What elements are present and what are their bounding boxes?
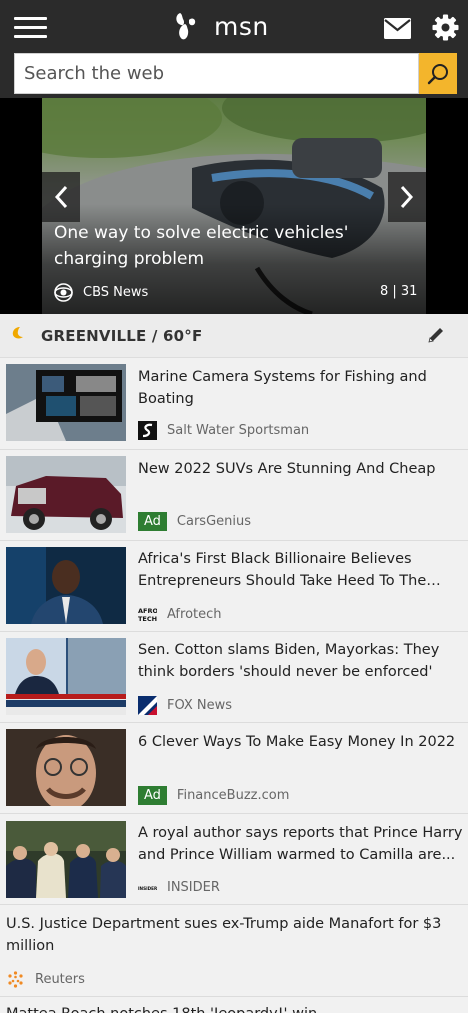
article-meta: Ad CarsGenius (138, 511, 251, 531)
article-item[interactable]: Marine Camera Systems for Fishing and Bo… (0, 359, 468, 450)
article-item[interactable]: Mattea Roach notches 18th 'Jeopardy!' wi… (0, 997, 468, 1013)
chevron-right-icon (400, 185, 414, 209)
article-source: Afrotech (167, 606, 222, 622)
salt-water-sportsman-icon (138, 420, 157, 440)
msn-butterfly-icon (176, 13, 196, 40)
article-meta: FOX News (138, 695, 232, 715)
search-input[interactable] (15, 54, 418, 93)
menu-icon[interactable] (14, 16, 47, 40)
article-headline: U.S. Justice Department sues ex-Trump ai… (6, 916, 442, 954)
article-source: CarsGenius (176, 513, 252, 529)
afrotech-icon: AFRO TECH (138, 604, 157, 624)
article-source: FinanceBuzz.com (176, 787, 290, 803)
gear-icon[interactable] (432, 14, 459, 41)
article-source: INSIDER (167, 879, 220, 895)
article-item[interactable]: A royal author says reports that Prince … (0, 814, 468, 905)
ad-badge: Ad (138, 511, 167, 531)
article-headline: Mattea Roach notches 18th 'Jeopardy!' wi… (6, 1003, 456, 1013)
article-headline: Marine Camera Systems for Fishing and Bo… (138, 369, 427, 407)
fox-news-icon (138, 695, 157, 715)
article-item[interactable]: New 2022 SUVs Are Stunning And Cheap Ad … (0, 450, 468, 541)
article-thumbnail (6, 821, 126, 898)
search-box (14, 53, 419, 94)
ad-badge: Ad (138, 785, 167, 805)
article-meta: Ad FinanceBuzz.com (138, 785, 289, 805)
article-thumbnail (6, 364, 126, 441)
article-thumbnail (6, 456, 126, 533)
svg-text:INSIDER: INSIDER (138, 886, 157, 891)
chevron-left-icon (54, 185, 68, 209)
app-header: msn (0, 0, 468, 98)
article-meta: Reuters (6, 969, 85, 989)
carousel-next-button[interactable] (388, 172, 426, 222)
svg-text:TECH: TECH (138, 615, 157, 623)
article-thumbnail (6, 729, 126, 806)
article-source: Salt Water Sportsman (167, 422, 310, 438)
cbs-eye-icon (54, 282, 73, 302)
hero-source-name: CBS News (83, 284, 149, 300)
insider-icon: INSIDER (138, 877, 157, 897)
article-headline: Africa's First Black Billionaire Believe… (138, 551, 427, 589)
article-item[interactable]: Africa's First Black Billionaire Believe… (0, 541, 468, 632)
brand-name: msn (214, 11, 269, 41)
hero-headline[interactable]: One way to solve electric vehicles' char… (54, 220, 414, 272)
article-source: Reuters (35, 971, 85, 987)
reuters-icon (8, 970, 23, 988)
article-thumbnail (6, 638, 126, 715)
search-button[interactable] (419, 53, 457, 94)
pencil-icon[interactable] (426, 325, 446, 345)
article-item[interactable]: 6 Clever Ways To Make Easy Money In 2022… (0, 723, 468, 814)
article-meta: Salt Water Sportsman (138, 420, 309, 440)
article-meta: AFRO TECH Afrotech (138, 604, 222, 624)
moon-icon (12, 327, 23, 339)
article-headline: 6 Clever Ways To Make Easy Money In 2022 (138, 734, 456, 750)
article-source: FOX News (167, 697, 233, 713)
article-headline: New 2022 SUVs Are Stunning And Cheap (138, 461, 436, 477)
weather-bar[interactable]: GREENVILLE / 60°F (0, 314, 468, 358)
article-headline: A royal author says reports that Prince … (138, 825, 463, 863)
article-item[interactable]: Sen. Cotton slams Biden, Mayorkas: They … (0, 632, 468, 723)
weather-location: GREENVILLE / 60°F (41, 327, 203, 345)
carousel-counter: 8 | 31 (380, 284, 418, 299)
mail-icon[interactable] (384, 18, 411, 39)
svg-text:AFRO: AFRO (138, 607, 157, 615)
msn-logo[interactable]: msn (174, 8, 269, 44)
search-icon (427, 63, 448, 84)
hero-source: CBS News (54, 282, 148, 302)
carousel-prev-button[interactable] (42, 172, 80, 222)
article-headline: Sen. Cotton slams Biden, Mayorkas: They … (138, 642, 440, 680)
article-item[interactable]: U.S. Justice Department sues ex-Trump ai… (0, 905, 468, 997)
article-thumbnail (6, 547, 126, 624)
article-meta: INSIDER INSIDER (138, 877, 220, 897)
